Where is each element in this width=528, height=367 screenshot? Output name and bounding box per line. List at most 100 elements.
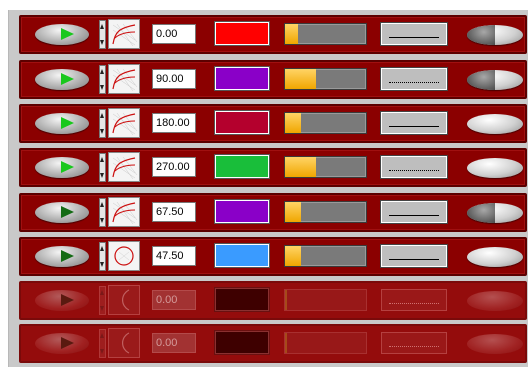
color-swatch[interactable] bbox=[215, 200, 269, 223]
slider-fill bbox=[285, 290, 287, 310]
play-button[interactable] bbox=[35, 113, 89, 134]
channel-row: 0.00 bbox=[19, 324, 527, 363]
level-slider[interactable] bbox=[284, 23, 367, 45]
line-style-sample bbox=[389, 82, 439, 83]
play-button[interactable] bbox=[35, 333, 89, 354]
level-slider[interactable] bbox=[284, 289, 367, 311]
play-icon bbox=[61, 206, 74, 218]
channel-row: 270.00 bbox=[19, 148, 527, 187]
sine-curve-icon[interactable] bbox=[108, 152, 140, 182]
level-slider[interactable] bbox=[284, 245, 367, 267]
level-slider[interactable] bbox=[284, 112, 367, 134]
spinner-up-icon[interactable] bbox=[100, 24, 104, 29]
line-style-selector[interactable] bbox=[381, 156, 447, 178]
value-spinner[interactable] bbox=[99, 109, 106, 138]
color-swatch[interactable] bbox=[215, 111, 269, 134]
level-slider[interactable] bbox=[284, 332, 367, 354]
value-field[interactable]: 90.00 bbox=[152, 69, 196, 89]
spinner-down-icon[interactable] bbox=[100, 40, 104, 45]
color-swatch[interactable] bbox=[215, 22, 269, 45]
line-style-sample bbox=[389, 170, 439, 171]
spinner-down-icon[interactable] bbox=[100, 85, 104, 90]
color-swatch[interactable] bbox=[215, 155, 269, 178]
value-spinner[interactable] bbox=[99, 20, 106, 49]
spinner-down-icon[interactable] bbox=[100, 349, 104, 354]
circle-icon[interactable] bbox=[108, 241, 140, 271]
line-style-selector[interactable] bbox=[381, 201, 447, 223]
sine-curve-icon[interactable] bbox=[108, 64, 140, 94]
play-icon bbox=[61, 250, 74, 262]
spinner-down-icon[interactable] bbox=[100, 262, 104, 267]
channel-row: 0.00 bbox=[19, 15, 527, 54]
value-spinner[interactable] bbox=[99, 242, 106, 271]
visibility-toggle[interactable] bbox=[467, 70, 523, 90]
line-style-selector[interactable] bbox=[381, 245, 447, 267]
visibility-toggle[interactable] bbox=[467, 334, 523, 354]
value-field[interactable]: 0.00 bbox=[152, 290, 196, 310]
value-field[interactable]: 0.00 bbox=[152, 333, 196, 353]
play-icon bbox=[61, 73, 74, 85]
color-swatch[interactable] bbox=[215, 67, 269, 90]
spinner-up-icon[interactable] bbox=[100, 290, 104, 295]
spinner-up-icon[interactable] bbox=[100, 202, 104, 207]
spinner-down-icon[interactable] bbox=[100, 218, 104, 223]
spinner-up-icon[interactable] bbox=[100, 69, 104, 74]
spinner-up-icon[interactable] bbox=[100, 246, 104, 251]
spinner-up-icon[interactable] bbox=[100, 113, 104, 118]
value-spinner[interactable] bbox=[99, 286, 106, 315]
value-spinner[interactable] bbox=[99, 198, 106, 227]
line-style-sample bbox=[389, 215, 439, 216]
color-swatch[interactable] bbox=[215, 288, 269, 311]
play-button[interactable] bbox=[35, 202, 89, 223]
level-slider[interactable] bbox=[284, 68, 367, 90]
sine-curve-icon[interactable] bbox=[108, 108, 140, 138]
value-field[interactable]: 180.00 bbox=[152, 113, 196, 133]
value-spinner[interactable] bbox=[99, 65, 106, 94]
color-swatch[interactable] bbox=[215, 331, 269, 354]
sine-curve-icon[interactable] bbox=[108, 19, 140, 49]
level-slider[interactable] bbox=[284, 201, 367, 223]
line-style-sample bbox=[389, 303, 439, 304]
value-spinner[interactable] bbox=[99, 329, 106, 358]
level-slider[interactable] bbox=[284, 156, 367, 178]
spinner-down-icon[interactable] bbox=[100, 129, 104, 134]
channel-row: 180.00 bbox=[19, 104, 527, 143]
play-button[interactable] bbox=[35, 24, 89, 45]
spinner-up-icon[interactable] bbox=[100, 157, 104, 162]
value-field[interactable]: 67.50 bbox=[152, 202, 196, 222]
channel-row: 67.50 bbox=[19, 193, 527, 232]
visibility-toggle[interactable] bbox=[467, 203, 523, 223]
line-style-selector[interactable] bbox=[381, 112, 447, 134]
channel-row: 90.00 bbox=[19, 60, 527, 99]
play-button[interactable] bbox=[35, 246, 89, 267]
arc-icon[interactable] bbox=[108, 285, 140, 315]
color-swatch[interactable] bbox=[215, 244, 269, 267]
visibility-toggle[interactable] bbox=[467, 114, 523, 134]
value-field[interactable]: 47.50 bbox=[152, 246, 196, 266]
visibility-toggle[interactable] bbox=[467, 291, 523, 311]
spinner-up-icon[interactable] bbox=[100, 333, 104, 338]
play-icon bbox=[61, 161, 74, 173]
arc-icon[interactable] bbox=[108, 328, 140, 358]
line-style-selector[interactable] bbox=[381, 23, 447, 45]
play-button[interactable] bbox=[35, 157, 89, 178]
play-button[interactable] bbox=[35, 290, 89, 311]
visibility-toggle[interactable] bbox=[467, 247, 523, 267]
sine-curve-icon[interactable] bbox=[108, 197, 140, 227]
channel-panel: 0.00 90.00 180.00 270.00 67.50 47.50 0.00 0.00 bbox=[8, 10, 528, 367]
slider-fill bbox=[285, 157, 316, 177]
line-style-sample bbox=[389, 126, 439, 127]
slider-fill bbox=[285, 333, 287, 353]
spinner-down-icon[interactable] bbox=[100, 173, 104, 178]
value-field[interactable]: 0.00 bbox=[152, 24, 196, 44]
value-spinner[interactable] bbox=[99, 153, 106, 182]
line-style-selector[interactable] bbox=[381, 68, 447, 90]
value-field[interactable]: 270.00 bbox=[152, 157, 196, 177]
spinner-down-icon[interactable] bbox=[100, 306, 104, 311]
line-style-sample bbox=[389, 346, 439, 347]
line-style-selector[interactable] bbox=[381, 289, 447, 311]
visibility-toggle[interactable] bbox=[467, 158, 523, 178]
line-style-selector[interactable] bbox=[381, 332, 447, 354]
visibility-toggle[interactable] bbox=[467, 25, 523, 45]
play-button[interactable] bbox=[35, 69, 89, 90]
